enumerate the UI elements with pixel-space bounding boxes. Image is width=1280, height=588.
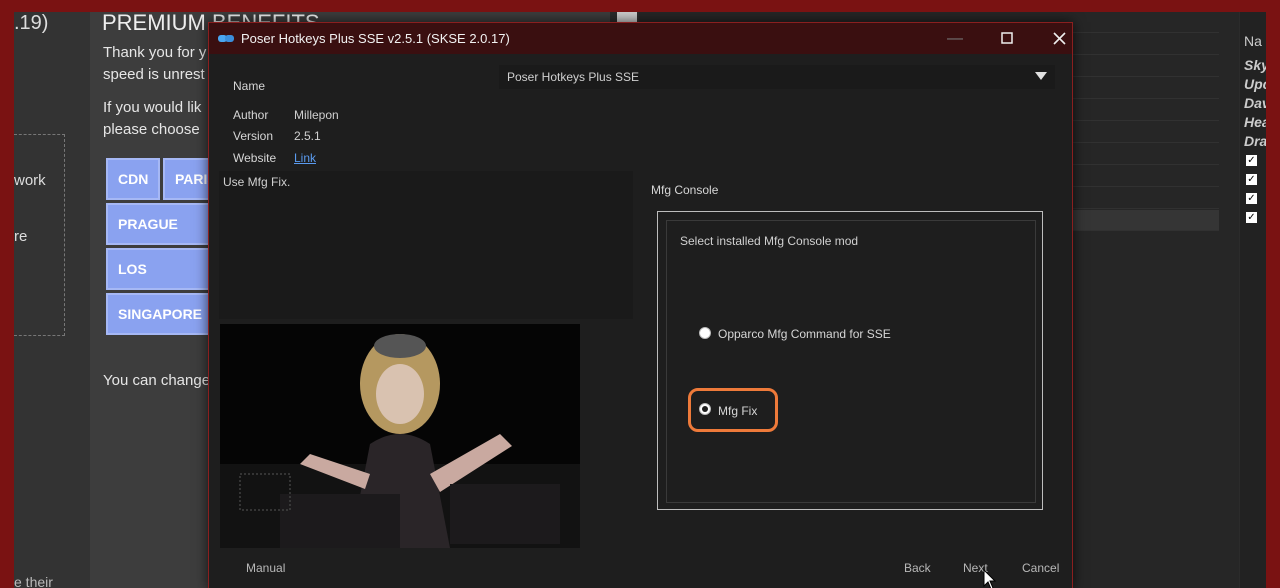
character-preview-illustration	[220, 324, 580, 548]
group-instruction: Select installed Mfg Console mod	[680, 234, 859, 248]
maximize-button[interactable]	[984, 23, 1030, 54]
description-box: Use Mfg Fix.	[219, 171, 633, 319]
app-icon	[218, 35, 234, 42]
chevron-down-icon	[1035, 72, 1047, 80]
background-left-text: e their	[14, 574, 53, 588]
option-group-inner	[666, 220, 1036, 503]
website-link[interactable]: Link	[294, 151, 316, 165]
checkbox-checked[interactable]: ✓	[1246, 193, 1257, 204]
version-label: Version	[233, 129, 274, 143]
far-right-name: Hea	[1244, 114, 1266, 130]
option-label-opparco[interactable]: Opparco Mfg Command for SSE	[718, 327, 891, 341]
group-title: Mfg Console	[651, 183, 719, 197]
cancel-button[interactable]: Cancel	[1022, 561, 1059, 575]
name-dropdown-value: Poser Hotkeys Plus SSE	[507, 70, 640, 84]
far-right-header: Na	[1244, 33, 1262, 49]
far-right-name: Dav	[1244, 95, 1266, 111]
manual-button[interactable]: Manual	[246, 561, 285, 575]
website-text: speed is unrest	[103, 66, 205, 83]
name-label: Name	[233, 79, 266, 93]
background-left-panel: .19) work re e their	[14, 12, 90, 588]
checkbox-checked[interactable]: ✓	[1246, 155, 1257, 166]
mouse-cursor-icon	[983, 569, 997, 588]
server-button-singapore[interactable]: SINGAPORE (A	[106, 293, 210, 335]
dialog-title: Poser Hotkeys Plus SSE v2.5.1 (SKSE 2.0.…	[241, 31, 510, 46]
author-label: Author	[233, 108, 269, 122]
checkbox-checked[interactable]: ✓	[1246, 174, 1257, 185]
radio-opparco[interactable]	[699, 327, 711, 339]
far-right-name: Sky	[1244, 57, 1266, 73]
background-scrollbar[interactable]	[617, 12, 637, 22]
website-text: please choose	[103, 121, 200, 138]
background-left-text: re	[14, 228, 28, 245]
close-button[interactable]	[1036, 23, 1082, 54]
option-group-box: Select installed Mfg Console mod	[657, 211, 1043, 510]
server-button-cdn[interactable]: CDN	[106, 158, 161, 200]
server-button-los-angeles[interactable]: LOS ANGELES	[106, 248, 210, 290]
screen-frame: .19) work re e their PREMIUM BENEFITS Th…	[14, 12, 1266, 588]
minimize-icon: —	[947, 30, 963, 47]
description-text: Use Mfg Fix.	[223, 175, 291, 189]
minimize-button[interactable]: —	[932, 23, 978, 54]
fomod-installer-dialog: Poser Hotkeys Plus SSE v2.5.1 (SKSE 2.0.…	[208, 22, 1073, 588]
far-right-name: Upc	[1244, 76, 1266, 92]
author-value: Millepon	[294, 108, 339, 122]
version-value: 2.5.1	[294, 129, 321, 143]
website-text: Thank you for y	[103, 44, 207, 61]
selection-highlight-annotation	[688, 388, 778, 432]
server-button-prague[interactable]: PRAGUE (EU) -	[106, 203, 210, 245]
back-button[interactable]: Back	[904, 561, 931, 575]
close-icon	[1052, 32, 1066, 45]
website-text: You can change	[103, 372, 211, 389]
background-left-text: work	[14, 172, 46, 189]
name-dropdown[interactable]: Poser Hotkeys Plus SSE	[499, 65, 1055, 89]
website-label: Website	[233, 151, 277, 165]
website-text: If you would lik	[103, 99, 202, 116]
background-left-title: .19)	[14, 12, 49, 34]
maximize-icon	[1001, 32, 1013, 44]
preview-image	[220, 324, 580, 548]
checkbox-checked[interactable]: ✓	[1246, 212, 1257, 223]
far-right-name: Dra	[1244, 133, 1266, 149]
dialog-titlebar[interactable]: Poser Hotkeys Plus SSE v2.5.1 (SKSE 2.0.…	[209, 23, 1072, 54]
